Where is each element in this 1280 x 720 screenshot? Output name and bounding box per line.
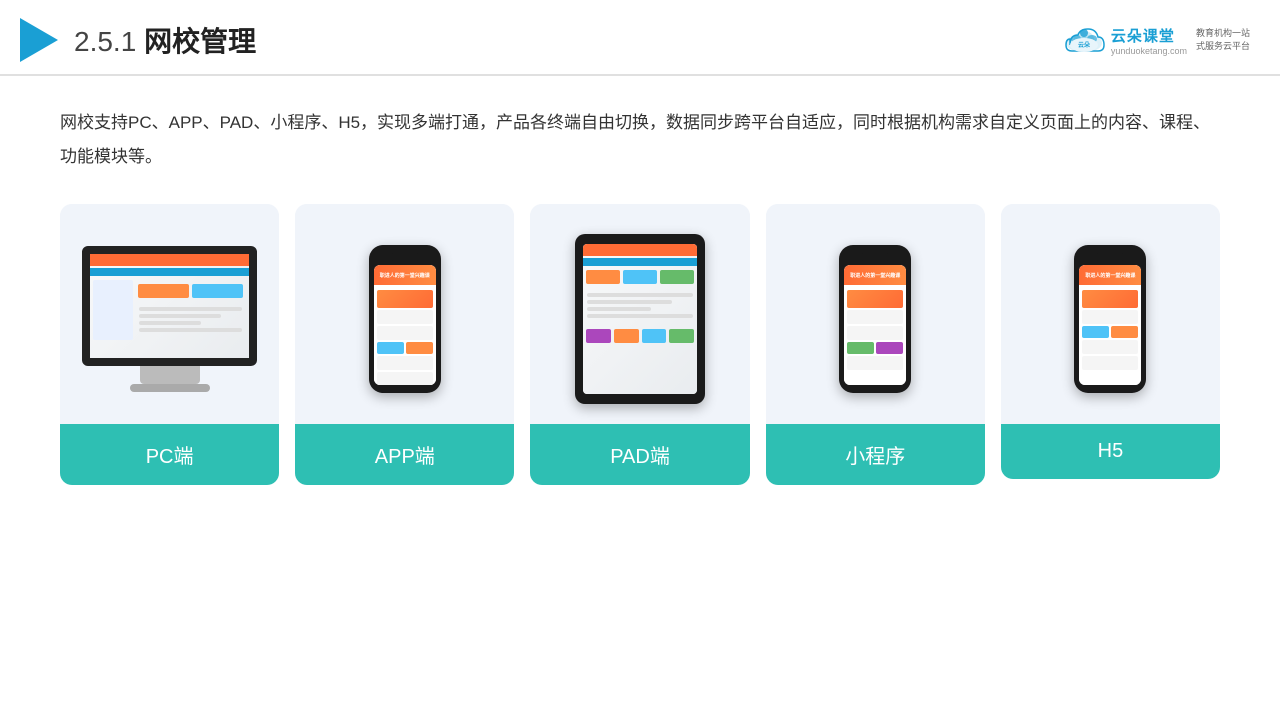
card-miniprogram: 职进人的第一堂兴趣课 — [766, 204, 985, 485]
phone-icon-app: 职进人的第一堂兴趣课 — [369, 245, 441, 393]
svg-text:云朵: 云朵 — [1078, 41, 1090, 49]
phone-content-mini: 职进人的第一堂兴趣课 — [844, 265, 906, 385]
page-header: 2.5.1 网校管理 云朵 云朵课堂 yunduoketang.com 教育机 — [0, 0, 1280, 76]
phone-screen-mini: 职进人的第一堂兴趣课 — [844, 265, 906, 385]
card-miniprogram-image: 职进人的第一堂兴趣课 — [766, 204, 985, 424]
card-h5-label: H5 — [1001, 424, 1220, 479]
monitor-screen — [82, 246, 257, 366]
phone-content-app: 职进人的第一堂兴趣课 — [374, 265, 436, 385]
phone-notch-h5 — [1095, 253, 1125, 261]
phone-notch — [390, 253, 420, 261]
card-app-label: APP端 — [295, 424, 514, 485]
play-icon — [20, 18, 58, 62]
monitor-stand — [140, 366, 200, 384]
card-h5-image: 职进人的第一堂兴趣课 — [1001, 204, 1220, 424]
tablet-icon — [575, 234, 705, 404]
logo-text-block: 云朵课堂 yunduoketang.com — [1111, 25, 1187, 56]
card-pc-label: PC端 — [60, 424, 279, 485]
header-left: 2.5.1 网校管理 — [20, 18, 256, 62]
tablet-screen — [583, 244, 697, 394]
phone-notch-mini — [860, 253, 890, 261]
card-miniprogram-label: 小程序 — [766, 424, 985, 485]
logo-slogan: 教育机构一站式服务云平台 — [1196, 27, 1250, 52]
logo-domain: yunduoketang.com — [1111, 46, 1187, 56]
logo-name: 云朵课堂 — [1111, 25, 1187, 46]
card-pc: PC端 — [60, 204, 279, 485]
monitor-icon — [82, 246, 257, 392]
phone-screen-h5: 职进人的第一堂兴趣课 — [1079, 265, 1141, 385]
card-h5: 职进人的第一堂兴趣课 — [1001, 204, 1220, 479]
brand-logo: 云朵 云朵课堂 yunduoketang.com 教育机构一站式服务云平台 — [1062, 25, 1250, 56]
card-app-image: 职进人的第一堂兴趣课 — [295, 204, 514, 424]
phone-content-h5: 职进人的第一堂兴趣课 — [1079, 265, 1141, 385]
monitor-base — [130, 384, 210, 392]
screen-content-pad — [583, 244, 697, 394]
card-pad-label: PAD端 — [530, 424, 749, 485]
platform-cards: PC端 职进人的第一堂兴趣课 — [60, 204, 1220, 485]
phone-screen-app: 职进人的第一堂兴趣课 — [374, 265, 436, 385]
phone-icon-h5: 职进人的第一堂兴趣课 — [1074, 245, 1146, 393]
card-pad-image — [530, 204, 749, 424]
cloud-logo-icon: 云朵 — [1062, 25, 1106, 55]
description-text: 网校支持PC、APP、PAD、小程序、H5，实现多端打通，产品各终端自由切换，数… — [60, 106, 1220, 174]
logo-area: 云朵 云朵课堂 yunduoketang.com 教育机构一站式服务云平台 — [1062, 25, 1250, 56]
phone-icon-miniprogram: 职进人的第一堂兴趣课 — [839, 245, 911, 393]
card-pc-image — [60, 204, 279, 424]
screen-content-pc — [90, 254, 249, 358]
card-app: 职进人的第一堂兴趣课 — [295, 204, 514, 485]
page-title: 2.5.1 网校管理 — [74, 20, 256, 60]
main-content: 网校支持PC、APP、PAD、小程序、H5，实现多端打通，产品各终端自由切换，数… — [0, 76, 1280, 505]
card-pad: PAD端 — [530, 204, 749, 485]
